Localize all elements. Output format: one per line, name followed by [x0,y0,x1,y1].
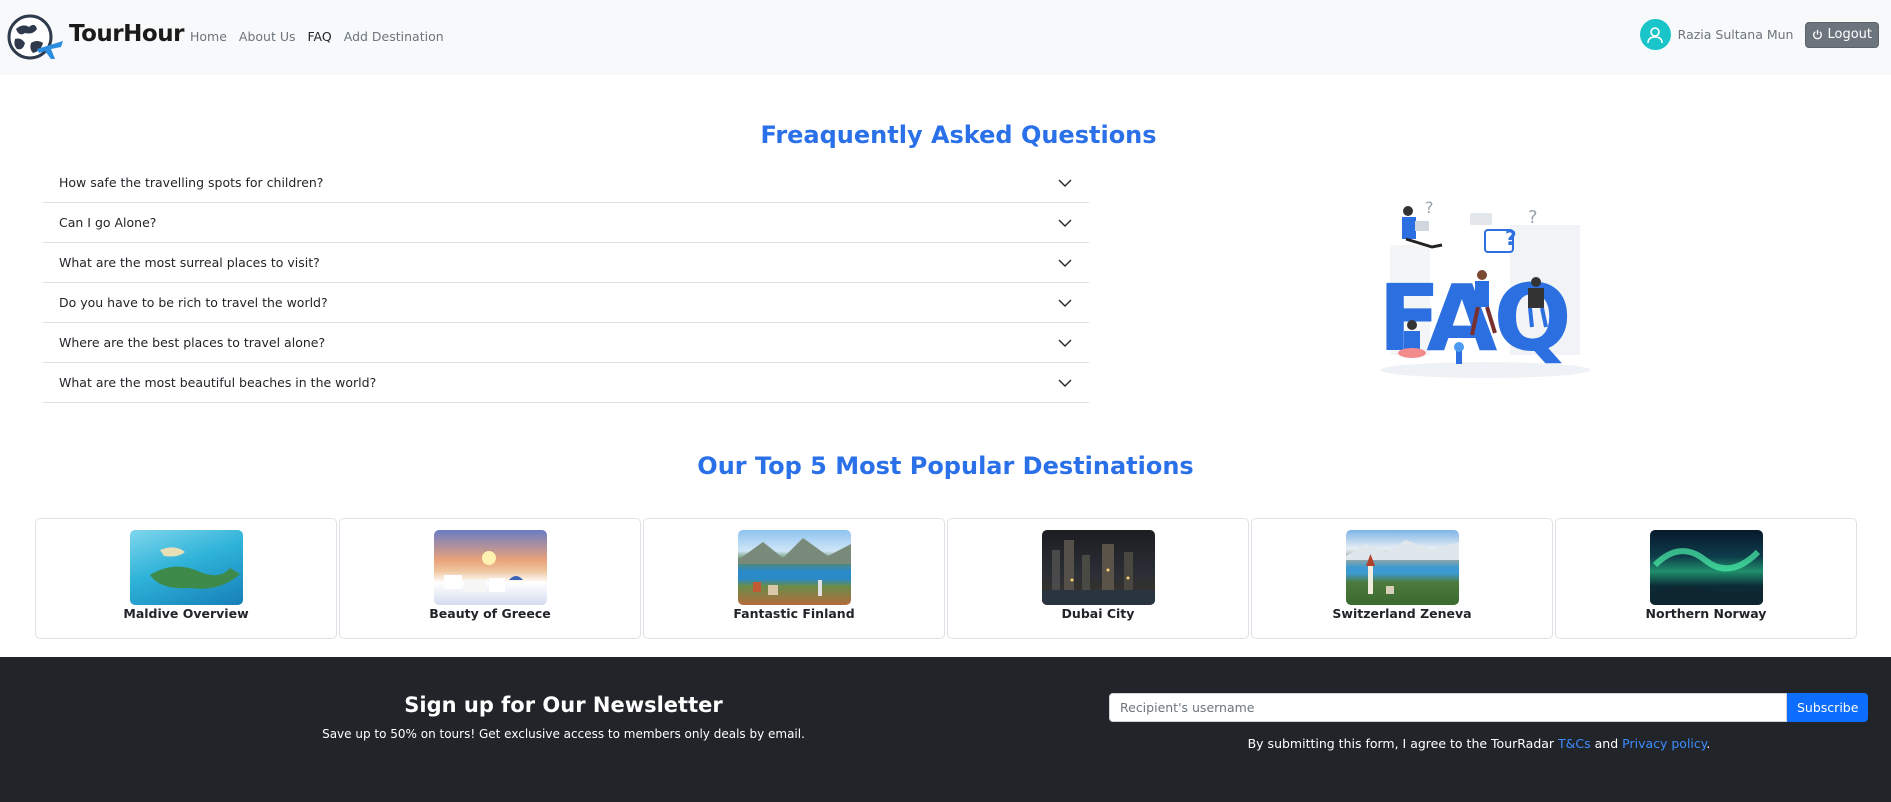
navbar: TourHour Home About Us FAQ Add Destinati… [0,0,1891,75]
user-name: Razia Sultana Mun [1677,27,1794,42]
destination-card[interactable]: Northern Norway [1555,518,1857,639]
destination-image [1649,530,1763,605]
faq-question: What are the most surreal places to visi… [59,255,320,270]
destination-name: Fantastic Finland [733,606,855,621]
destinations-title: Our Top 5 Most Popular Destinations [697,452,1194,480]
destination-card[interactable]: Dubai City [947,518,1249,639]
logout-label: Logout [1827,27,1872,42]
newsletter-form: Subscribe [1109,693,1869,722]
chevron-down-icon [1058,219,1072,227]
destination-image [129,530,243,605]
faq-illustration: FAQ ? ? ? [1360,185,1610,385]
user-area: Razia Sultana Mun Logout [1639,19,1879,50]
faq-item[interactable]: Where are the best places to travel alon… [43,323,1089,363]
faq-accordion: How safe the travelling spots for childr… [43,163,1089,403]
faq-title: Freaquently Asked Questions [760,121,1157,149]
chevron-down-icon [1058,259,1072,267]
destination-card[interactable]: Switzerland Zeneva [1251,518,1553,639]
newsletter-email-input[interactable] [1109,693,1787,722]
nav-link-about-us[interactable]: About Us [239,29,296,44]
newsletter-subtitle: Save up to 50% on tours! Get exclusive a… [322,727,805,741]
privacy-policy-link[interactable]: Privacy policy [1622,736,1706,751]
faq-question: How safe the travelling spots for childr… [59,175,324,190]
destination-image [1041,530,1155,605]
chevron-down-icon [1058,179,1072,187]
terms-prefix: By submitting this form, I agree to the … [1247,736,1559,751]
chevron-down-icon [1058,379,1072,387]
terms-link[interactable]: T&Cs [1558,736,1591,751]
destination-name: Maldive Overview [123,606,249,621]
chevron-down-icon [1058,339,1072,347]
destination-image [737,530,851,605]
terms-suffix: . [1706,736,1711,751]
faq-item[interactable]: How safe the travelling spots for childr… [43,163,1089,203]
faq-item[interactable]: Can I go Alone? [43,203,1089,243]
destinations-row: Maldive Overview Beauty of Greece Fantas… [35,518,1857,639]
chevron-down-icon [1058,299,1072,307]
nav-link-add-destination[interactable]: Add Destination [344,29,444,44]
newsletter-title: Sign up for Our Newsletter [404,693,723,717]
svg-text:?: ? [1425,198,1434,217]
nav-link-home[interactable]: Home [190,29,227,44]
destination-image [433,530,547,605]
faq-item[interactable]: What are the most surreal places to visi… [43,243,1089,283]
brand-name: TourHour [69,21,184,47]
faq-question: Do you have to be rich to travel the wor… [59,295,328,310]
globe-plane-logo-icon [7,13,65,61]
faq-item[interactable]: What are the most beautiful beaches in t… [43,363,1089,403]
destination-name: Dubai City [1061,606,1135,621]
faq-question: Can I go Alone? [59,215,157,230]
faq-question: What are the most beautiful beaches in t… [59,375,377,390]
faq-question: Where are the best places to travel alon… [59,335,326,350]
nav-links: Home About Us FAQ Add Destination [190,29,444,44]
newsletter-footer: Sign up for Our Newsletter Save up to 50… [0,657,1891,802]
svg-text:?: ? [1528,207,1538,228]
newsletter-terms: By submitting this form, I agree to the … [1109,736,1849,751]
destination-name: Northern Norway [1645,606,1767,621]
logout-button[interactable]: Logout [1805,21,1879,48]
destination-card[interactable]: Maldive Overview [35,518,337,639]
destination-card[interactable]: Beauty of Greece [339,518,641,639]
faq-item[interactable]: Do you have to be rich to travel the wor… [43,283,1089,323]
subscribe-button[interactable]: Subscribe [1787,693,1869,722]
destination-card[interactable]: Fantastic Finland [643,518,945,639]
destination-image [1345,530,1459,605]
nav-link-faq[interactable]: FAQ [308,29,332,44]
user-avatar-icon[interactable] [1639,19,1671,50]
destination-name: Beauty of Greece [429,606,551,621]
terms-and: and [1590,736,1623,751]
destination-name: Switzerland Zeneva [1332,606,1472,621]
power-icon [1813,29,1823,40]
brand[interactable]: TourHour [7,13,184,61]
